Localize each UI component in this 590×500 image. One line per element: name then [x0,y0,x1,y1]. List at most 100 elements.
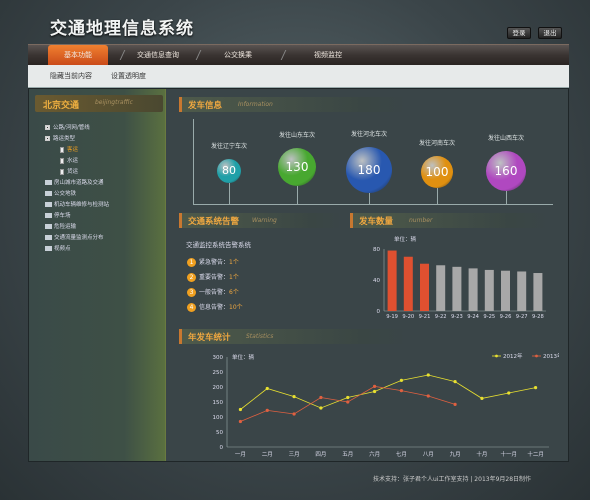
footer: 技术支持：张子君个人ui工作室支持 | 2013年9月28日制作 [373,476,532,483]
tree-item[interactable]: 客运 [60,145,78,153]
bar[interactable] [452,266,462,311]
departure-ball[interactable]: 100 [421,156,453,188]
login-button[interactable]: 登录 [507,27,531,39]
tree-item[interactable]: 机动车辆维修与检测站 [45,200,109,208]
line-x-tick: 六月 [369,450,380,458]
line-x-tick: 八月 [423,451,434,458]
line-point[interactable] [399,389,404,393]
line-y-tick: 100 [213,415,224,421]
expand-icon[interactable] [45,136,50,141]
tree-item[interactable]: 视频点 [45,244,71,252]
line-point[interactable] [507,391,511,395]
departure-ball[interactable]: 160 [486,151,526,191]
warning-count: 1个 [229,259,239,266]
line-y-tick: 300 [213,355,224,361]
line-point[interactable] [372,389,377,394]
line-point[interactable] [319,406,323,410]
bar-x-tick: 9-22 [435,314,447,320]
line-point[interactable] [319,395,323,400]
ball-caption: 发往山西车次 [487,135,524,142]
tree-item[interactable]: 停车场 [45,211,71,219]
legend-label: 2012年 [503,352,523,360]
line-point[interactable] [346,400,350,404]
departure-ball[interactable]: 180 [346,147,392,193]
tree-item-label: 公交地铁 [54,191,77,197]
line-point[interactable] [265,408,269,412]
nav-item-basic[interactable]: 基本功能 [48,45,108,66]
line-point[interactable] [453,402,457,406]
bar[interactable] [501,270,510,311]
warning-count: 6个 [229,289,239,296]
warning-item[interactable]: 2 重要告警：1个 [187,272,239,282]
line-point[interactable] [533,386,538,390]
warning-item[interactable]: 1 紧急警告：1个 [187,257,239,267]
line-y-tick: 250 [213,370,224,376]
tree-item[interactable]: 危险运输 [45,222,76,230]
departure-ball[interactable]: 130 [278,148,316,186]
tree-item[interactable]: 交通流量监测点分布 [45,233,104,241]
nav-item-traffic-query[interactable]: 交通信息查询 [128,45,188,66]
nav-item-video[interactable]: 视频监控 [298,45,358,66]
line-y-tick: 200 [213,385,224,391]
bar[interactable] [403,256,413,311]
ball-stick [229,183,230,205]
bar[interactable] [484,269,494,311]
line-point[interactable] [292,395,296,399]
warning-heading: 交通监控系统告警系统 [186,241,251,249]
bar[interactable] [436,265,446,311]
nav-separator [195,50,202,60]
nav-item-bus-transfer[interactable]: 公交换乘 [208,45,268,66]
expand-icon[interactable] [45,125,50,130]
document-icon [60,168,64,175]
tree-item[interactable]: 路运类型 [45,134,75,142]
ball-stick [506,191,507,205]
line-series [240,374,536,410]
ball-caption: 发往山东车次 [278,132,315,139]
number-subtitle: number [409,217,433,224]
line-point[interactable] [265,386,269,391]
sidebar-title: 北京交通 [43,101,80,111]
document-icon [60,146,64,153]
line-point[interactable] [399,378,404,382]
tree-item[interactable]: 水运 [60,156,78,164]
tree-item[interactable]: 公交地铁 [45,189,76,197]
set-opacity-link[interactable]: 设置透明度 [111,71,146,81]
warning-item[interactable]: 4 信息告警：10个 [187,302,243,312]
bar[interactable] [420,263,429,311]
bar[interactable] [468,268,478,311]
bar-x-tick: 9-23 [451,314,463,320]
main-area: 北京交通 beijingtraffic 公路/河网/管线 路运类型 客运 水运 货运 房山… [28,88,569,462]
bar[interactable] [387,250,397,311]
logout-button[interactable]: 退出 [538,27,562,39]
tree-item[interactable]: 货运 [60,167,78,175]
line-point[interactable] [453,380,457,384]
tree-item[interactable]: 公路/河网/管线 [45,123,90,131]
bar-unit-label: 单位：辆 [394,235,417,243]
bar[interactable] [533,273,543,311]
warning-label: 一般告警： [199,289,230,296]
hide-content-link[interactable]: 隐藏当前内容 [50,71,92,81]
warning-label: 信息告警： [199,304,230,311]
line-x-tick: 十月 [476,450,487,458]
document-icon [60,157,64,164]
tree-item-label: 货运 [67,169,79,175]
tree-item-label: 停车场 [54,213,71,219]
warning-item[interactable]: 3 一般告警：6个 [187,287,239,297]
departure-ball[interactable]: 80 [217,159,241,183]
stats-header: 年发车统计 Statistics [179,329,409,344]
bar[interactable] [517,271,527,311]
line-point[interactable] [292,412,296,416]
stats-title: 年发车统计 [188,333,231,343]
line-point[interactable] [346,395,350,400]
line-point[interactable] [372,384,377,388]
line-point[interactable] [238,419,243,424]
tree-item[interactable]: 房山城市道路及交通 [45,178,104,186]
line-point[interactable] [238,407,243,412]
ball-stick [369,193,370,205]
line-point[interactable] [426,394,430,398]
tree-item-label: 公路/河网/管线 [53,125,90,131]
tree-item-label: 水运 [67,158,79,164]
line-point[interactable] [426,373,430,377]
ball-stick [437,188,438,205]
line-point[interactable] [480,396,484,400]
